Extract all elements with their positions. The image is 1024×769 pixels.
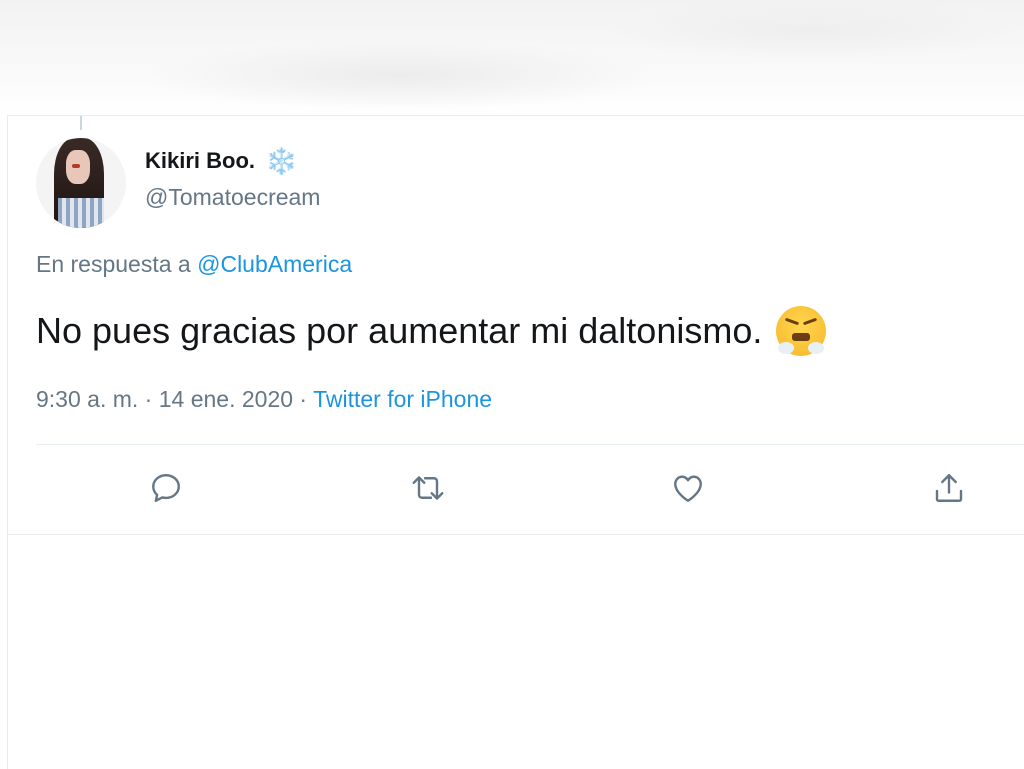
share-icon [935,474,963,502]
meta-separator: · [299,386,308,412]
author-name-row[interactable]: Kikiri Boo. ❄️ [145,148,297,174]
avatar[interactable] [36,138,126,228]
tweet-source-link[interactable]: Twitter for iPhone [313,386,492,412]
divider [8,534,1024,535]
reply-prefix: En respuesta a [36,251,191,277]
tweet-body: No pues gracias por aumentar mi daltonis… [36,310,763,351]
divider [36,444,1024,445]
reply-mention-link[interactable]: @ClubAmerica [197,251,352,277]
like-button[interactable] [668,468,708,508]
reply-icon [152,474,180,502]
tweet-card: Kikiri Boo. ❄️ @Tomatoecream En respuest… [7,115,1024,769]
retweet-icon [412,476,444,500]
tweet-time[interactable]: 9:30 a. m. [36,386,138,412]
retweet-button[interactable] [408,468,448,508]
blurred-previous-content [0,0,1024,115]
meta-separator: · [144,386,153,412]
reply-context: En respuesta a @ClubAmerica [36,251,352,278]
face-with-steam-from-nose-icon [776,306,827,356]
share-button[interactable] [929,468,969,508]
author-display-name[interactable]: Kikiri Boo. [145,148,255,174]
reply-button[interactable] [146,468,186,508]
tweet-date[interactable]: 14 ene. 2020 [159,386,293,412]
thread-connector-line [80,116,82,130]
tweet-meta: 9:30 a. m. · 14 ene. 2020 · Twitter for … [36,386,492,413]
author-handle[interactable]: @Tomatoecream [145,184,320,211]
snowflake-icon: ❄️ [265,146,298,176]
heart-icon [674,475,702,502]
tweet-actions [36,468,1024,518]
tweet-text: No pues gracias por aumentar mi daltonis… [36,306,827,356]
